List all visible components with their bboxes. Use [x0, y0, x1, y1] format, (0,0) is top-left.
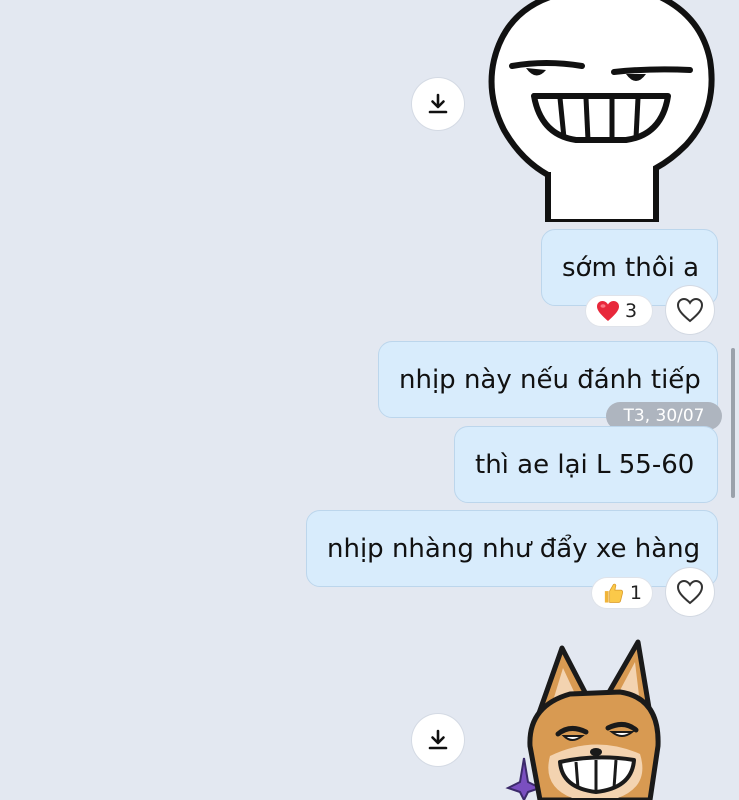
reaction-count: 1: [629, 582, 642, 604]
thumbs-up-emoji-icon: [604, 583, 623, 603]
message-bubble[interactable]: nhịp nhàng như đẩy xe hàng: [306, 510, 718, 587]
message-text: sớm thôi a: [562, 252, 700, 283]
download-icon: [428, 93, 448, 114]
chat-screen: sớm thôi a 3 nhịp này nếu đánh tiếp T3, …: [0, 0, 739, 800]
heart-emoji-icon: [597, 301, 619, 321]
heart-outline-icon: [676, 297, 704, 323]
like-button[interactable]: [666, 286, 714, 334]
download-button[interactable]: [412, 714, 464, 766]
reaction-chip[interactable]: 1: [592, 578, 652, 608]
message-text: nhịp nhàng như đẩy xe hàng: [327, 533, 701, 564]
download-button[interactable]: [412, 78, 464, 130]
grinning-stick-figure-sticker[interactable]: [486, 0, 716, 225]
like-button[interactable]: [666, 568, 714, 616]
message-text: nhịp này nếu đánh tiếp: [399, 364, 701, 395]
reaction-count: 3: [625, 300, 638, 322]
heart-outline-icon: [676, 579, 704, 605]
message-bubble[interactable]: thì ae lại L 55-60: [454, 426, 718, 503]
reaction-chip[interactable]: 3: [586, 296, 652, 326]
scrollbar[interactable]: [731, 348, 735, 498]
download-icon: [428, 729, 448, 750]
message-text: thì ae lại L 55-60: [475, 449, 695, 480]
grinning-fox-sticker[interactable]: [500, 636, 690, 800]
